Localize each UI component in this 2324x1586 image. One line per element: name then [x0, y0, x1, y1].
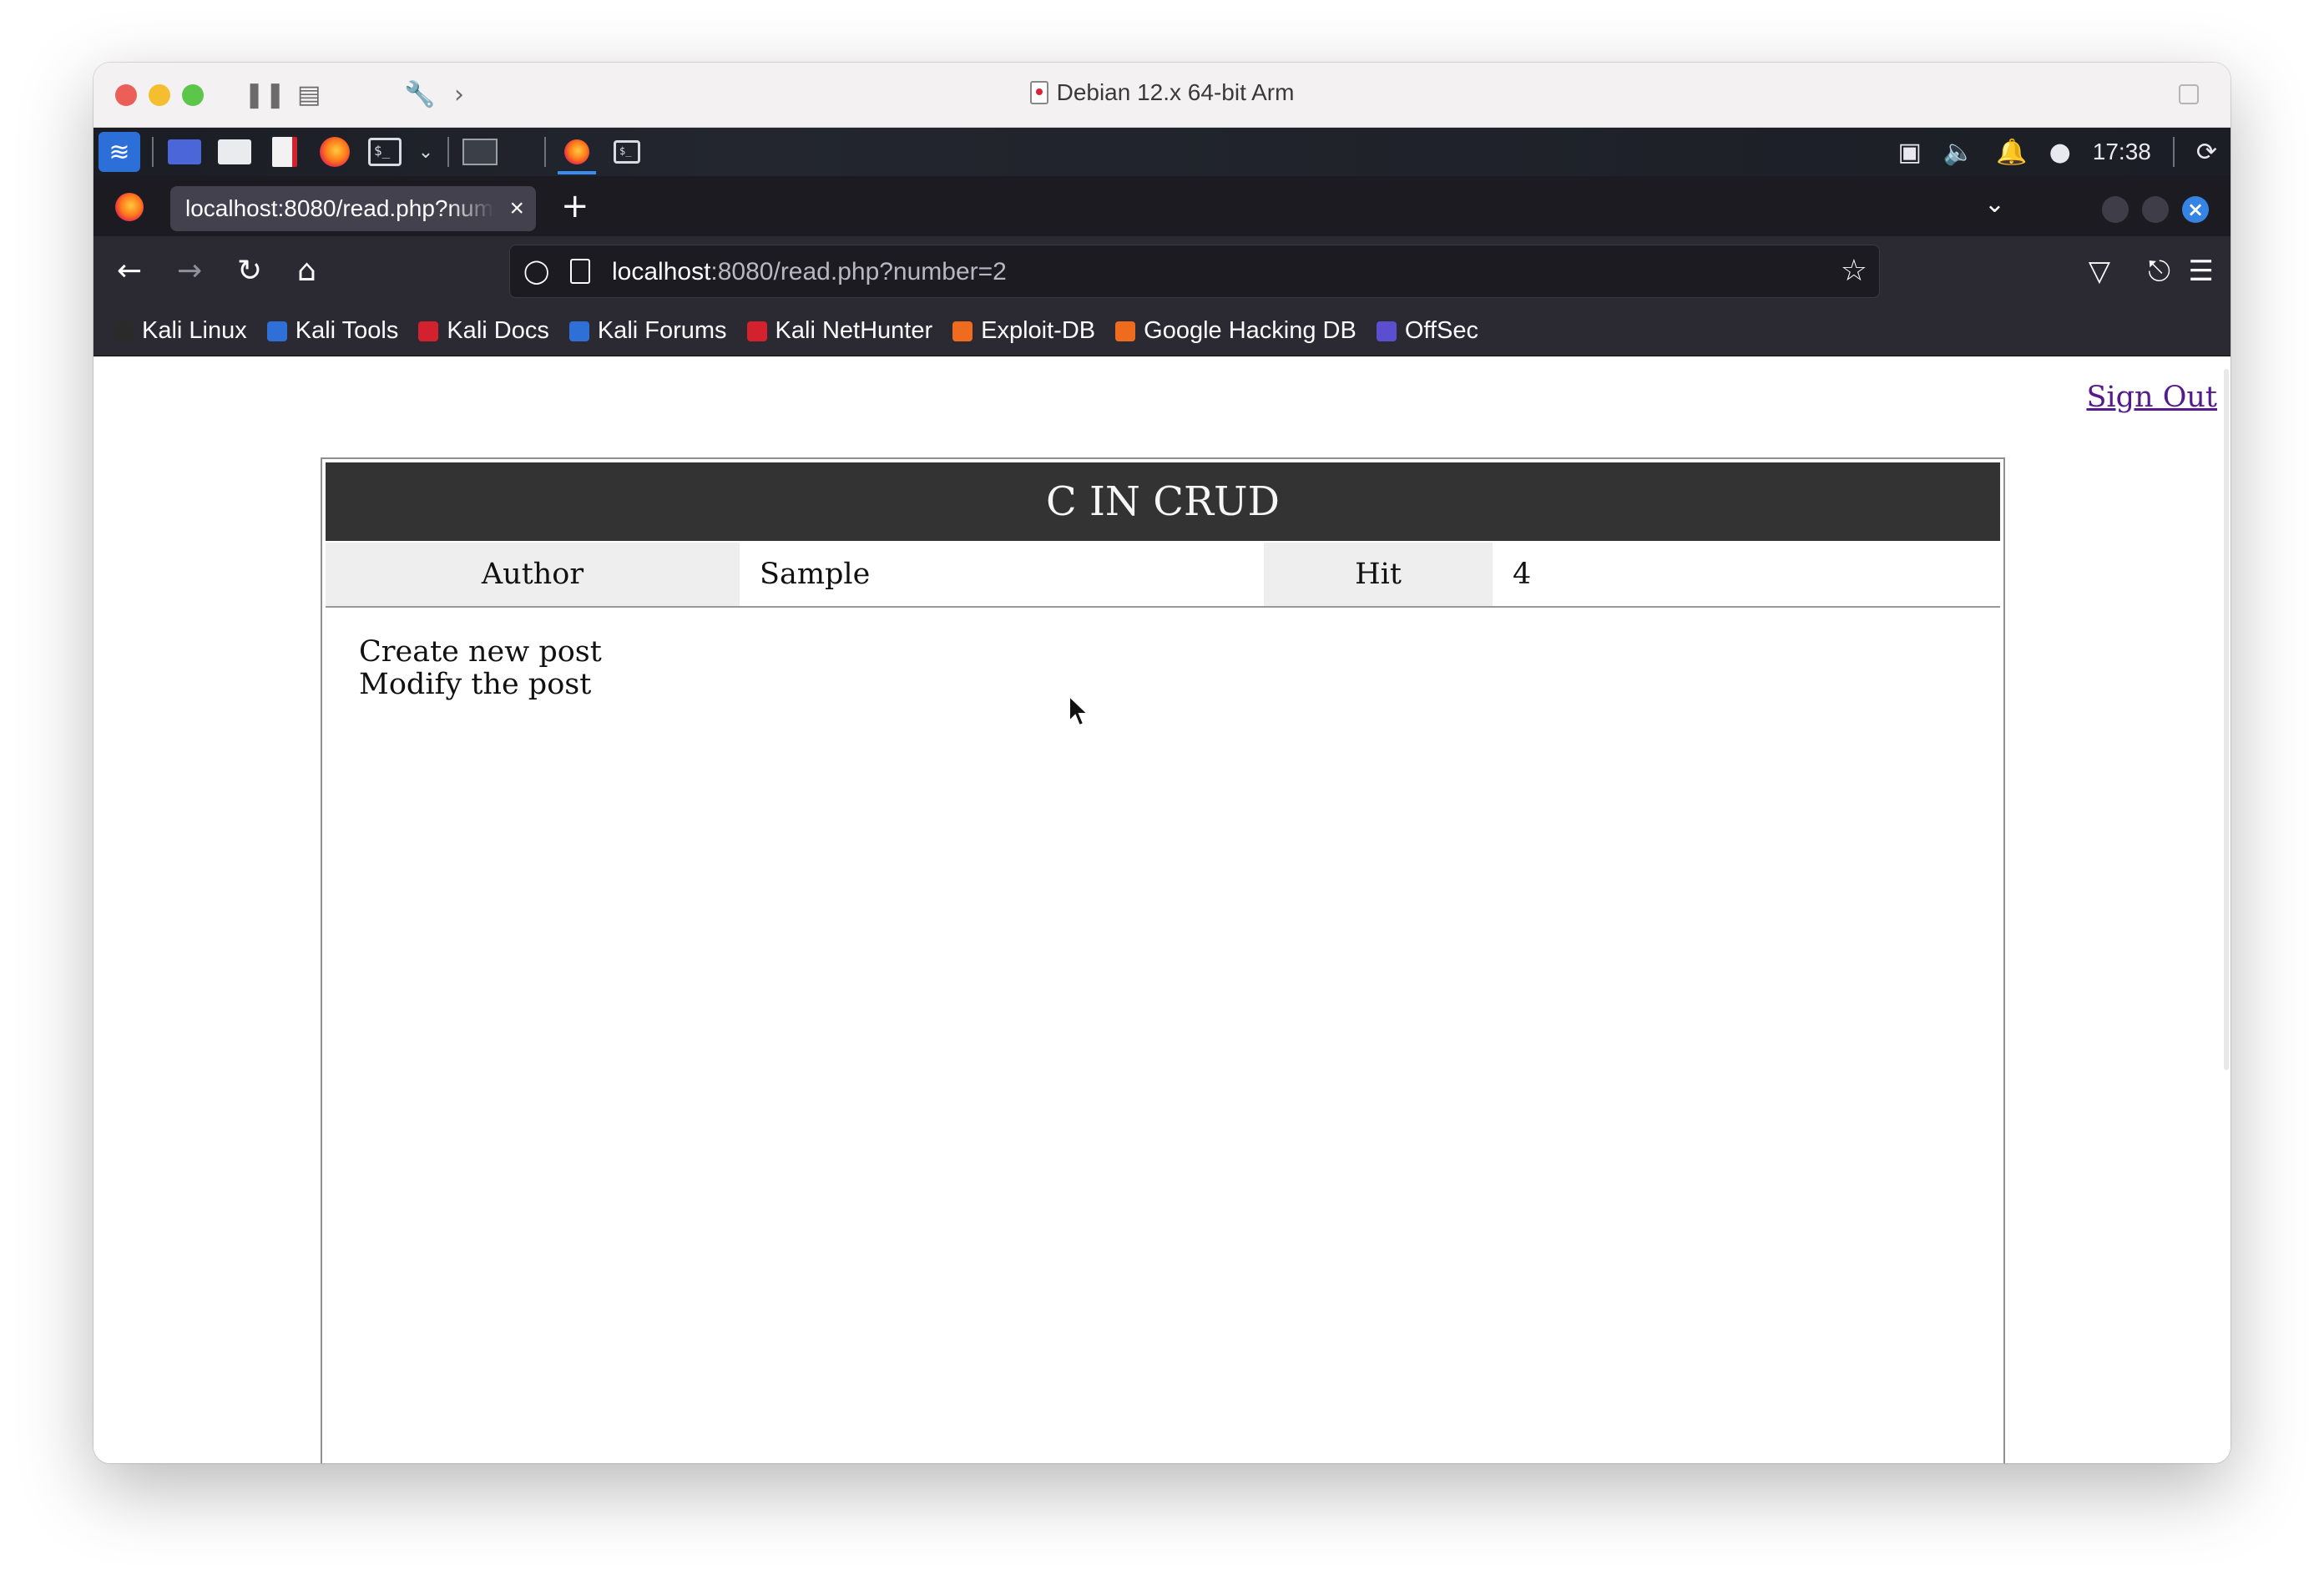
navigation-toolbar: ← → ↻ ⌂ ◯ localhost:8080/read.php?number… — [93, 236, 2231, 306]
bookmark-kali-nethunter[interactable]: Kali NetHunter — [746, 317, 932, 345]
post-content-line: Modify the post — [359, 668, 592, 701]
bookmark-kali-linux[interactable]: Kali Linux — [114, 317, 247, 345]
bookmark-kali-docs[interactable]: Kali Docs — [418, 317, 549, 345]
kali-nethunter-icon — [746, 321, 767, 341]
back-arrow-icon[interactable]: ← — [117, 253, 142, 290]
display-icon[interactable]: ▣ — [1898, 138, 1922, 167]
window-close-icon[interactable]: × — [2182, 196, 2209, 223]
panel-separator — [2172, 137, 2175, 167]
post-board: C IN CRUD Author Sample Hit 4 Create new… — [321, 457, 2005, 1463]
post-meta-row: Author Sample Hit 4 — [326, 543, 2000, 608]
panel-separator — [447, 137, 449, 167]
offsec-icon — [1376, 321, 1397, 341]
exploit-db-icon — [952, 321, 973, 341]
window-maximize-button[interactable] — [2142, 196, 2169, 223]
workspace-icon[interactable] — [461, 134, 499, 169]
chevron-down-icon[interactable]: ⌄ — [416, 134, 436, 169]
hit-label: Hit — [1264, 543, 1493, 606]
tab-title: localhost:8080/read.php?number=2 — [185, 195, 494, 221]
vm-titlebar: ❚❚ ▤ 🔧 › Debian 12.x 64-bit Arm — [93, 63, 2231, 128]
reload-icon[interactable]: ↻ — [237, 253, 262, 290]
network-icon[interactable]: ● — [2049, 138, 2071, 167]
pocket-icon[interactable]: ▽ — [2089, 253, 2110, 290]
browser-tab-active[interactable]: localhost:8080/read.php?number=2 × — [170, 186, 536, 231]
kali-forums-icon — [568, 321, 589, 341]
kali-docs-icon — [418, 321, 439, 341]
url-text[interactable]: localhost:8080/read.php?number=2 — [612, 257, 1007, 287]
forward-arrow-icon[interactable]: → — [177, 253, 202, 290]
kali-menu-icon[interactable]: ≋ — [99, 132, 140, 172]
bookmark-star-icon[interactable]: ☆ — [1841, 254, 1867, 288]
post-content: Create new post Modify the post — [359, 636, 602, 701]
panel-launchers: ≋ $_ ⌄ $_ — [99, 132, 646, 174]
new-tab-icon[interactable]: + — [561, 188, 589, 225]
power-icon[interactable]: ⟳ — [2196, 138, 2217, 167]
window-minimize-button[interactable] — [2102, 196, 2129, 223]
vm-window-title: Debian 12.x 64-bit Arm — [93, 79, 2231, 106]
kali-tools-icon — [266, 321, 287, 341]
list-all-tabs-icon[interactable]: ⌄ — [1984, 189, 2005, 219]
extensions-icon[interactable]: ⎋ — [2148, 253, 2170, 290]
bookmark-kali-tools[interactable]: Kali Tools — [266, 317, 398, 345]
panel-separator — [152, 137, 154, 167]
panel-tray: ▣ 🔈 🔔 ● 17:38 ⟳ — [1898, 134, 2217, 169]
fullscreen-restore-icon[interactable] — [2179, 84, 2199, 104]
board-title: C IN CRUD — [326, 462, 2000, 541]
author-label: Author — [326, 543, 740, 606]
hit-value: 4 — [1513, 558, 1532, 591]
hamburger-menu-icon[interactable]: ☰ — [2189, 253, 2214, 290]
text-editor-icon[interactable] — [265, 134, 304, 169]
taskbar-firefox-icon[interactable] — [558, 134, 596, 174]
author-value: Sample — [760, 558, 871, 591]
vm-window: ❚❚ ▤ 🔧 › Debian 12.x 64-bit Arm ≋ $_ ⌄ $… — [93, 63, 2231, 1463]
web-page: Sign Out C IN CRUD Author Sample Hit 4 C… — [93, 357, 2231, 1463]
show-desktop-icon[interactable] — [165, 134, 204, 169]
file-manager-icon[interactable] — [215, 134, 254, 169]
kali-top-panel: ≋ $_ ⌄ $_ ▣ 🔈 🔔 ● 17:38 ⟳ — [93, 128, 2231, 176]
kali-linux-icon — [114, 321, 134, 341]
firefox-view-icon[interactable] — [115, 193, 144, 221]
page-scrollbar[interactable] — [2224, 369, 2229, 1070]
terminal-launcher-icon[interactable]: $_ — [366, 134, 404, 169]
bookmarks-toolbar: Kali Linux Kali Tools Kali Docs Kali For… — [93, 306, 2231, 356]
panel-clock: 17:38 — [2092, 139, 2151, 164]
home-icon[interactable]: ⌂ — [297, 253, 316, 290]
panel-separator — [544, 137, 546, 167]
tracking-protection-shield-icon[interactable]: ◯ — [523, 257, 549, 285]
volume-icon[interactable]: 🔈 — [1943, 138, 1974, 167]
bookmark-offsec[interactable]: OffSec — [1376, 317, 1478, 345]
notification-bell-icon[interactable]: 🔔 — [1996, 138, 2027, 167]
tab-close-icon[interactable]: × — [509, 186, 524, 231]
bookmark-exploit-db[interactable]: Exploit-DB — [952, 317, 1095, 345]
google-hacking-db-icon — [1115, 321, 1136, 341]
mouse-pointer-icon — [1069, 695, 1090, 727]
bookmark-kali-forums[interactable]: Kali Forums — [568, 317, 727, 345]
post-content-line: Create new post — [359, 635, 602, 669]
firefox-launcher-icon[interactable] — [316, 134, 354, 169]
bookmark-google-hacking-db[interactable]: Google Hacking DB — [1115, 317, 1357, 345]
page-info-icon[interactable] — [570, 259, 590, 284]
url-bar[interactable]: ◯ localhost:8080/read.php?number=2 ☆ — [509, 245, 1880, 298]
taskbar-terminal-icon[interactable]: $_ — [608, 134, 646, 169]
vm-document-icon — [1029, 81, 1048, 104]
browser-tab-strip: localhost:8080/read.php?number=2 × + ⌄ × — [93, 176, 2231, 236]
sign-out-link[interactable]: Sign Out — [2086, 381, 2217, 414]
